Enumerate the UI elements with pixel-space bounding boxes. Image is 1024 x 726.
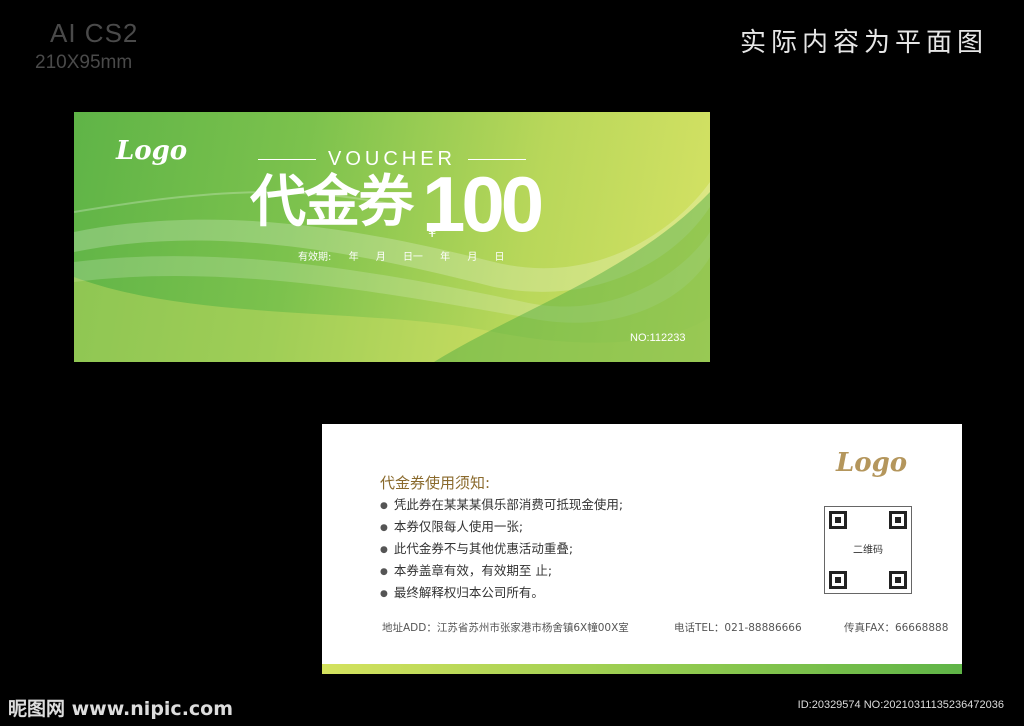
validity-month-end: 月 xyxy=(467,252,478,263)
contact-line: 地址ADD：江苏省苏州市张家港市杨舍镇6X幢00X室 电话TEL：021-8888… xyxy=(382,620,948,635)
software-label: AI CS2 xyxy=(50,18,139,48)
usage-rules: 凭此券在某某某俱乐部消费可抵现金使用; 本券仅限每人使用一张; 此代金券不与其他… xyxy=(380,494,623,604)
qr-finder-icon xyxy=(829,511,847,529)
validity-year-end: 年 xyxy=(440,252,451,263)
rule-item: 最终解释权归本公司所有。 xyxy=(380,582,623,604)
size-label: 210X95mm xyxy=(35,52,133,73)
qr-finder-icon xyxy=(829,571,847,589)
qr-finder-icon xyxy=(889,571,907,589)
voucher-back: Logo 代金券使用须知: 凭此券在某某某俱乐部消费可抵现金使用; 本券仅限每人… xyxy=(322,424,962,674)
voucher-front: Logo VOUCHER 代金券 ¥ 100 有效期: 年 月 日一 年 月 日… xyxy=(74,112,710,362)
address: 地址ADD：江苏省苏州市张家港市杨舍镇6X幢00X室 xyxy=(382,622,629,634)
qr-label: 二维码 xyxy=(853,545,883,556)
rule-item: 此代金券不与其他优惠活动重叠; xyxy=(380,538,623,560)
validity-day-end: 日 xyxy=(494,252,505,263)
rule-item: 本券盖章有效，有效期至 止; xyxy=(380,560,623,582)
watermark-id: ID:20329574 NO:20210311135236472036 xyxy=(797,699,1004,711)
validity-line: 有效期: 年 月 日一 年 月 日 xyxy=(298,248,519,263)
validity-month-start: 月 xyxy=(375,252,386,263)
note-label: 实际内容为平面图 xyxy=(739,28,988,58)
voucher-title: 代金券 xyxy=(250,170,414,235)
telephone: 电话TEL：021-88886666 xyxy=(674,622,802,634)
rule-item: 本券仅限每人使用一张; xyxy=(380,516,623,538)
bottom-color-bar xyxy=(322,664,962,674)
rule-item: 凭此券在某某某俱乐部消费可抵现金使用; xyxy=(380,494,623,516)
watermark-site: 昵图网 www.nipic.com xyxy=(8,698,234,720)
qr-code-placeholder: 二维码 xyxy=(824,506,912,594)
back-logo: Logo xyxy=(836,448,908,478)
usage-heading: 代金券使用须知: xyxy=(380,474,491,492)
validity-label: 有效期: xyxy=(298,252,332,263)
validity-day-start: 日一 xyxy=(402,252,423,263)
validity-year-start: 年 xyxy=(348,252,359,263)
fax: 传真FAX：66668888 xyxy=(844,622,949,634)
qr-finder-icon xyxy=(889,511,907,529)
serial-number: NO:112233 xyxy=(630,332,686,344)
voucher-amount: 100 xyxy=(422,160,544,248)
front-logo: Logo xyxy=(116,136,188,166)
